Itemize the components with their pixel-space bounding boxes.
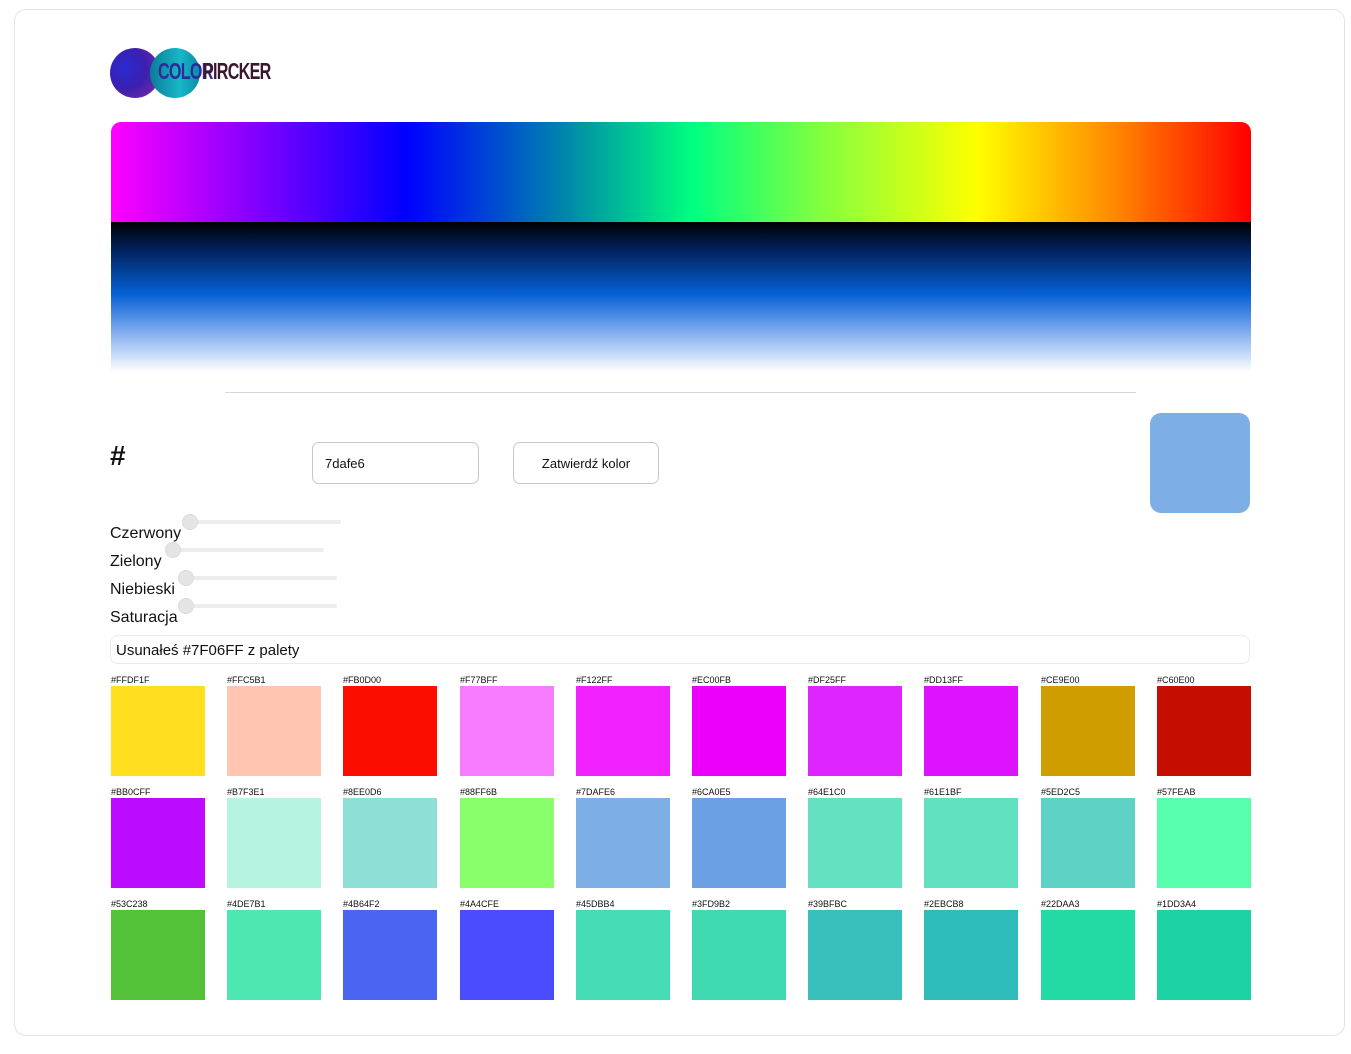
swatch-hex-label: #BB0CFF <box>111 787 151 797</box>
swatch-hex-label: #61E1BF <box>924 787 962 797</box>
swatch-hex-label: #45DBB4 <box>576 899 615 909</box>
swatch-hex-label: #1DD3A4 <box>1157 899 1197 909</box>
swatch-color-box[interactable] <box>460 798 554 888</box>
swatch-color-box[interactable] <box>343 910 437 1000</box>
swatch-color-box[interactable] <box>808 798 902 888</box>
swatch-hex-label: #7DAFE6 <box>576 787 616 797</box>
slider-label-blue: Niebieski <box>110 581 175 598</box>
red-slider-track[interactable] <box>182 520 341 524</box>
swatch-hex-label: #22DAA3 <box>1041 899 1080 909</box>
swatch-hex-label: #5ED2C5 <box>1041 787 1081 797</box>
swatch-hex-label: #8EE0D6 <box>343 787 382 797</box>
swatch-color-box[interactable] <box>111 910 205 1000</box>
red-slider-thumb[interactable] <box>182 514 198 530</box>
logo-text-pircker: PIRCKER <box>203 58 271 84</box>
swatch-color-box[interactable] <box>808 910 902 1000</box>
swatch-hex-label: #DD13FF <box>924 675 964 685</box>
swatch-color-box[interactable] <box>924 686 1018 776</box>
swatch-color-box[interactable] <box>111 686 205 776</box>
swatch-hex-label: #FFC5B1 <box>227 675 266 685</box>
shade-gradient-bar[interactable] <box>111 222 1251 372</box>
swatch-hex-label: #88FF6B <box>460 787 498 797</box>
swatch-color-box[interactable] <box>1041 910 1135 1000</box>
swatch-hex-label: #6CA0E5 <box>692 787 731 797</box>
divider <box>225 392 1136 393</box>
swatch-hex-label: #CE9E00 <box>1041 675 1080 685</box>
green-slider-track[interactable] <box>165 548 324 552</box>
logo: COLOR PIRCKER <box>110 48 271 98</box>
slider-label-green: Zielony <box>110 553 162 570</box>
hex-color-input[interactable] <box>312 442 479 484</box>
swatch-hex-label: #F77BFF <box>460 675 498 685</box>
swatch-color-box[interactable] <box>924 798 1018 888</box>
swatch-hex-label: #4B64F2 <box>343 899 380 909</box>
saturation-slider-thumb[interactable] <box>178 598 194 614</box>
saturation-slider-track[interactable] <box>178 604 337 608</box>
swatch-color-box[interactable] <box>1041 686 1135 776</box>
swatch-color-box[interactable] <box>460 910 554 1000</box>
swatch-hex-label: #C60E00 <box>1157 675 1195 685</box>
swatch-color-box[interactable] <box>1041 798 1135 888</box>
swatch-color-box[interactable] <box>692 686 786 776</box>
green-slider-thumb[interactable] <box>165 542 181 558</box>
swatch-color-box[interactable] <box>460 686 554 776</box>
swatch-hex-label: #39BFBC <box>808 899 848 909</box>
swatch-hex-label: #2EBCB8 <box>924 899 964 909</box>
swatch-hex-label: #F122FF <box>576 675 613 685</box>
swatch-color-box[interactable] <box>576 798 670 888</box>
swatch-color-box[interactable] <box>227 910 321 1000</box>
swatch-color-box[interactable] <box>808 686 902 776</box>
swatch-color-box[interactable] <box>227 686 321 776</box>
swatch-color-box[interactable] <box>1157 686 1251 776</box>
swatch-hex-label: #FB0D00 <box>343 675 382 685</box>
swatch-color-box[interactable] <box>576 910 670 1000</box>
hue-spectrum-bar[interactable] <box>111 122 1251 222</box>
color-preview <box>1150 413 1250 513</box>
swatch-color-box[interactable] <box>1157 910 1251 1000</box>
confirm-color-button[interactable]: Zatwierdź kolor <box>513 442 659 484</box>
swatch-hex-label: #64E1C0 <box>808 787 846 797</box>
swatch-hex-label: #57FEAB <box>1157 787 1196 797</box>
swatch-color-box[interactable] <box>227 798 321 888</box>
status-message: Usunałeś #7F06FF z palety <box>110 635 1250 664</box>
swatch-hex-label: #53C238 <box>111 899 148 909</box>
blue-slider-thumb[interactable] <box>178 570 194 586</box>
slider-label-saturation: Saturacja <box>110 609 178 626</box>
swatch-color-box[interactable] <box>692 910 786 1000</box>
swatch-hex-label: #4DE7B1 <box>227 899 266 909</box>
swatch-hex-label: #4A4CFE <box>460 899 500 909</box>
swatch-hex-label: #FFDF1F <box>111 675 150 685</box>
swatch-color-box[interactable] <box>111 798 205 888</box>
swatch-hex-label: #3FD9B2 <box>692 899 731 909</box>
swatch-color-box[interactable] <box>343 686 437 776</box>
swatch-color-box[interactable] <box>576 686 670 776</box>
swatch-color-box[interactable] <box>1157 798 1251 888</box>
slider-label-red: Czerwony <box>110 525 182 542</box>
swatch-color-box[interactable] <box>924 910 1018 1000</box>
hash-symbol: # <box>110 440 126 471</box>
swatch-color-box[interactable] <box>343 798 437 888</box>
swatch-hex-label: #DF25FF <box>808 675 847 685</box>
blue-slider-track[interactable] <box>178 576 337 580</box>
swatch-hex-label: #B7F3E1 <box>227 787 265 797</box>
swatch-hex-label: #EC00FB <box>692 675 732 685</box>
swatch-color-box[interactable] <box>692 798 786 888</box>
